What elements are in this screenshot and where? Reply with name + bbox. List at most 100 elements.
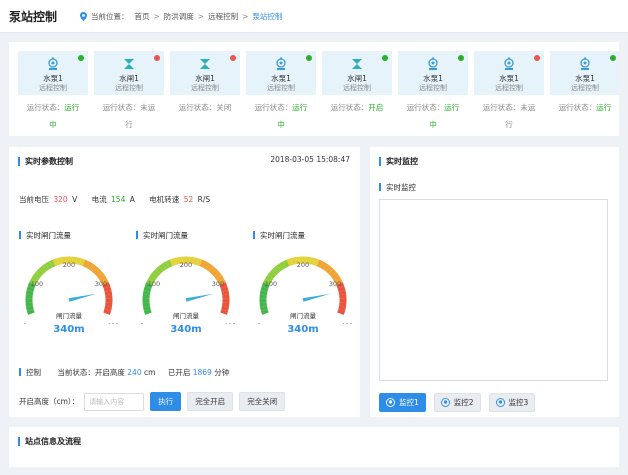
- flow-gauge-1: 0100200300400闸门流量340m: [19, 252, 119, 342]
- gauge-dial: 0100200300400闸门流量: [257, 256, 353, 330]
- pump-card-header: 水泵1 远程控制: [474, 51, 544, 95]
- breadcrumb-flood-dispatch[interactable]: 防洪调度: [164, 11, 194, 22]
- tab-monitor-1[interactable]: 监控1: [379, 393, 426, 412]
- camera-icon: [440, 398, 450, 407]
- status-value-cont: 行: [505, 120, 513, 129]
- monitor-subtitle: 实时监控: [379, 182, 416, 193]
- height-value: 240: [127, 368, 142, 377]
- gauge-tick-label: 200: [180, 261, 192, 269]
- status-label: 运行状态：: [26, 103, 65, 112]
- tab-label: 监控2: [453, 398, 474, 407]
- pump-card-header: 水闸1 远程控制: [94, 51, 164, 95]
- gauge-label: 闸门流量: [173, 311, 200, 320]
- pump-card-header: 水泵1 远程控制: [398, 51, 468, 95]
- breadcrumb-label: 当前位置：: [91, 12, 129, 21]
- breadcrumb-pump-control: 泵站控制: [252, 12, 283, 21]
- pump-status: 运行状态：运行: [550, 99, 619, 116]
- sluice-gate-icon: [200, 59, 210, 69]
- current-value: 154: [111, 195, 126, 204]
- full-open-button[interactable]: 完全开启: [187, 392, 234, 411]
- pump-mode: 远程控制: [419, 84, 447, 92]
- camera-icon: [495, 398, 505, 407]
- pump-card[interactable]: 水闸1 远程控制 运行状态：未运行: [94, 51, 164, 130]
- status-dot: [154, 55, 160, 61]
- pump-icon: [276, 57, 286, 70]
- status-value: 开启: [368, 103, 384, 112]
- timestamp: 2018-03-05 15:08:47: [270, 155, 350, 164]
- video-viewport[interactable]: [379, 199, 608, 381]
- pump-card[interactable]: 水泵1 远程控制 运行状态：运行中: [398, 51, 468, 130]
- sluice-gate-icon: [124, 59, 134, 69]
- status-value: 未运: [140, 103, 156, 112]
- tab-monitor-3[interactable]: 监控3: [488, 393, 536, 412]
- gauge-tick-label: 300: [95, 280, 107, 288]
- status-value: 关闭: [216, 103, 232, 112]
- flow-gauge-3: 0100200300400闸门流量340m: [253, 252, 353, 342]
- status-label: 运行状态：: [178, 103, 217, 112]
- pump-icon: [48, 57, 58, 70]
- gauge-needle: [68, 293, 97, 302]
- realtime-monitor-panel: 实时监控 实时监控 监控1 监控2 监控3: [370, 147, 619, 417]
- gauge-tick-label: 200: [297, 261, 309, 269]
- execute-button[interactable]: 执行: [150, 392, 182, 411]
- gauge-title-2: 实时闸门流量: [136, 230, 188, 241]
- pump-card[interactable]: 水泵1 远程控制运行状态：运行中: [18, 51, 88, 130]
- control-status-line: 控制 当前状态：开启高度 240 cm 已开启 1869 分钟: [19, 367, 229, 378]
- gauge-tick-label: 200: [63, 261, 75, 269]
- status-label: 运行状态：: [558, 103, 597, 112]
- opened-value: 1869: [192, 368, 212, 377]
- pump-status: 运行状态：运行中: [246, 99, 316, 133]
- current-label: 电流: [91, 195, 107, 204]
- status-label: 运行状态：: [102, 103, 141, 112]
- pump-card[interactable]: 水闸1 远程控制 运行状态：开启: [322, 51, 392, 130]
- status-value-cont: 中: [429, 120, 437, 129]
- pump-card[interactable]: 水闸1 远程控制 运行状态：关闭: [170, 51, 240, 130]
- breadcrumb-remote-control[interactable]: 远程控制: [208, 11, 238, 22]
- pump-status: 运行状态：运行中: [18, 99, 88, 133]
- pump-icon: [504, 57, 514, 70]
- gauge-dial: 0100200300400闸门流量: [23, 256, 119, 330]
- gauge-value: 340m: [170, 324, 202, 335]
- gauge-dial: 0100200300400闸门流量: [140, 256, 236, 330]
- gauge-title-1: 实时闸门流量: [19, 230, 71, 241]
- pump-mode: 远程控制: [191, 84, 219, 92]
- readings-row: 当前电压 320 V 电流 154 A 电机转速 52 R/S: [19, 194, 212, 205]
- status-dot: [534, 55, 540, 61]
- pump-card[interactable]: 水泵1 远程控制 运行状态：运行中: [246, 51, 316, 130]
- breadcrumb: 当前位置： 首页 > 防洪调度 > 远程控制 > 泵站控制: [80, 11, 282, 22]
- camera-icon: [386, 398, 395, 407]
- status-label: 运行状态：: [254, 103, 293, 112]
- breadcrumb-separator: >: [153, 12, 160, 21]
- tab-monitor-2[interactable]: 监控2: [433, 393, 481, 412]
- pump-card-header: 水泵1 远程控制: [18, 51, 88, 95]
- pump-status: 运行状态：关闭: [170, 99, 240, 116]
- voltage-value: 320: [53, 195, 68, 204]
- siteinfo-title: 站点信息及流程: [18, 436, 81, 447]
- pump-card[interactable]: 水泵1 远程控制 运行状态：运行: [550, 51, 619, 130]
- breadcrumb-home[interactable]: 首页: [135, 11, 150, 22]
- flow-gauge-2: 0100200300400闸门流量340m: [136, 252, 236, 342]
- state-label: 当前状态：开启高度: [57, 368, 125, 377]
- pump-mode: 远程控制: [495, 84, 523, 92]
- sluice-gate-icon: [352, 59, 362, 69]
- top-bar: 泵站控制 当前位置： 首页 > 防洪调度 > 远程控制 > 泵站控制: [0, 0, 628, 33]
- pump-icon: [580, 57, 590, 70]
- status-dot: [610, 55, 616, 61]
- pump-card[interactable]: 水泵1 远程控制 运行状态：未运行: [474, 51, 544, 130]
- tab-label: 监控3: [508, 398, 529, 407]
- pump-device-strip: 水泵1 远程控制 运行状态：运行中水闸1 远程控制 运行状态：未运行水闸1 远程控制 运行状…: [9, 42, 619, 136]
- gauge-tick-label: 100: [148, 280, 160, 288]
- open-height-input[interactable]: [84, 392, 145, 411]
- pump-mode: 远程控制: [39, 84, 67, 92]
- site-info-panel: 站点信息及流程: [9, 427, 619, 467]
- speed-label: 电机转速: [149, 195, 180, 204]
- breadcrumb-separator: >: [242, 12, 249, 21]
- realtime-params-panel: 实时参数控制 2018-03-05 15:08:47 当前电压 320 V 电流…: [9, 147, 360, 417]
- full-close-button[interactable]: 完全关闭: [239, 392, 286, 411]
- monitor-tabs: 监控1 监控2 监控3: [379, 393, 543, 412]
- gauge-label: 闸门流量: [290, 311, 317, 320]
- gauge-value: 340m: [53, 324, 85, 335]
- location-pin-icon: [80, 12, 87, 21]
- breadcrumb-separator: >: [197, 12, 205, 21]
- status-dot: [306, 55, 312, 61]
